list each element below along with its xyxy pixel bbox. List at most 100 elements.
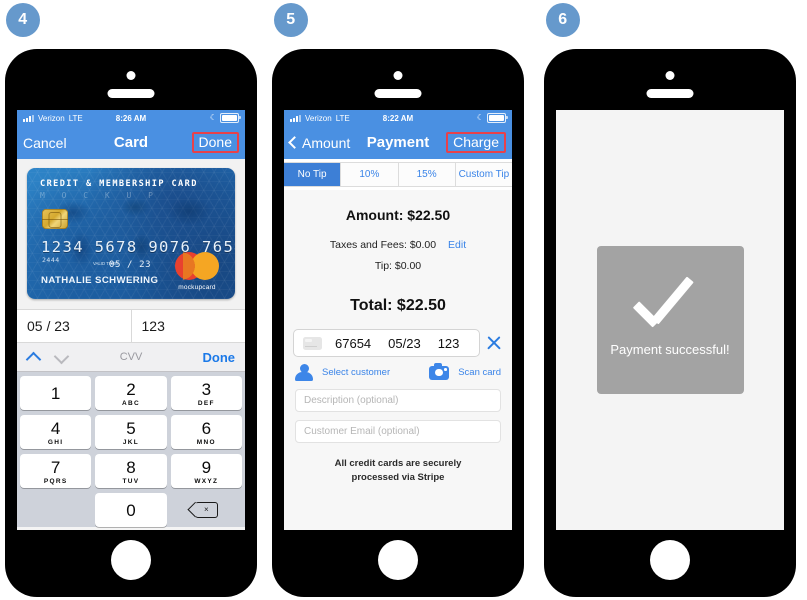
tip-option-15[interactable]: 15% <box>398 163 456 186</box>
expiry-field[interactable]: 05 / 23 <box>17 310 131 342</box>
success-message: Payment successful! <box>610 341 730 357</box>
charge-button[interactable]: Charge <box>446 131 506 154</box>
phone-mockup-5: Verizon LTE 8:22 AM ☾ Amount Payment Cha… <box>272 49 524 597</box>
front-camera-icon <box>393 71 403 80</box>
edit-taxes-button[interactable]: Edit <box>448 239 466 251</box>
keypad-row: 1 2 ABC 3 DEF <box>20 376 242 410</box>
tip-option-custom[interactable]: Custom Tip <box>455 163 512 186</box>
key-7[interactable]: 7 PQRS <box>20 454 92 488</box>
key-6[interactable]: 6 MNO <box>170 415 242 449</box>
phone-mockup-6: Payment successful! <box>544 49 796 597</box>
total-line: Total: $22.50 <box>350 297 446 314</box>
card-title: CREDIT & MEMBERSHIP CARD <box>40 179 198 189</box>
card-brand-label: mockupcard <box>178 284 216 291</box>
key-number: 7 <box>50 457 61 477</box>
key-0[interactable]: 0 <box>95 493 167 527</box>
credit-card-image: CREDIT & MEMBERSHIP CARD M O C K U P 123… <box>27 168 235 299</box>
key-letters: TUV <box>122 477 140 485</box>
select-customer-button[interactable]: Select customer <box>322 367 390 378</box>
keyboard-done-button[interactable]: Done <box>203 350 236 365</box>
taxes-row: Taxes and Fees: $0.00 Edit <box>284 239 512 251</box>
status-bar-time: 8:22 AM <box>382 113 414 123</box>
action-row: Select customer Scan card <box>284 357 512 381</box>
step-badge-label: 5 <box>286 11 296 28</box>
close-x-icon[interactable] <box>486 335 502 351</box>
card-number-value: 67654 <box>335 335 372 351</box>
success-toast: Payment successful! <box>596 246 744 394</box>
key-number: 6 <box>201 418 212 438</box>
front-camera-icon <box>665 71 675 80</box>
customer-email-input[interactable]: Customer Email (optional) <box>295 420 501 443</box>
keyboard-accessory-bar: CVV Done <box>17 343 245 372</box>
key-number: 8 <box>126 457 136 477</box>
nav-bar: Cancel Card Done <box>17 126 245 159</box>
key-2[interactable]: 2 ABC <box>95 376 167 410</box>
battery-icon <box>487 113 508 123</box>
backspace-icon: × <box>194 502 218 518</box>
key-backspace[interactable]: × <box>171 493 242 527</box>
step-badge-label: 6 <box>558 11 568 28</box>
tip-selector: No Tip 10% 15% Custom Tip <box>284 162 512 187</box>
home-button[interactable] <box>378 540 418 580</box>
key-number: 5 <box>126 418 136 438</box>
done-button-label: Done <box>191 131 239 154</box>
mastercard-icon: mockupcard <box>175 252 219 291</box>
keypad-row: 7 PQRS 8 TUV 9 WXYZ <box>20 454 242 488</box>
done-button[interactable]: Done <box>191 131 239 154</box>
card-subtitle: M O C K U P <box>40 191 159 200</box>
key-5[interactable]: 5 JKL <box>95 415 167 449</box>
earpiece-speaker <box>374 89 422 98</box>
card-expiry-value: 05/23 <box>388 335 421 351</box>
checkmark-icon <box>634 284 706 328</box>
stripe-note-line-1: All credit cards are securely <box>334 458 462 469</box>
key-9[interactable]: 9 WXYZ <box>170 454 242 488</box>
key-number: 2 <box>126 379 136 399</box>
key-blank <box>20 493 91 527</box>
key-letters: WXYZ <box>194 477 219 485</box>
key-number: 4 <box>50 418 61 438</box>
home-button[interactable] <box>650 540 690 580</box>
tip-selector-wrap: No Tip 10% 15% Custom Tip <box>284 159 512 190</box>
status-bar: Verizon LTE 8:22 AM ☾ <box>284 110 512 126</box>
key-4[interactable]: 4 GHI <box>20 415 92 449</box>
stripe-note: All credit cards are securely processed … <box>284 457 512 485</box>
key-letters: GHI <box>47 438 64 446</box>
key-number: 1 <box>50 384 61 403</box>
person-icon[interactable] <box>295 364 313 381</box>
stripe-note-line-2: processed via Stripe <box>351 471 445 483</box>
key-letters: MNO <box>196 438 216 446</box>
key-1[interactable]: 1 <box>20 376 92 410</box>
key-letters: ABC <box>122 399 140 407</box>
keypad-row: 4 GHI 5 JKL 6 MNO <box>20 415 242 449</box>
taxes-label: Taxes and Fees: $0.00 <box>329 239 437 251</box>
earpiece-speaker <box>646 89 694 98</box>
step-badge-label: 4 <box>18 11 28 28</box>
card-expiry: 05 / 23 <box>109 260 152 270</box>
card-small-number: 2444 <box>42 256 60 264</box>
payment-body: No Tip 10% 15% Custom Tip Amount: $22.50… <box>284 159 512 530</box>
step-badge-5: 5 <box>274 3 308 37</box>
key-letters: PQRS <box>43 477 68 485</box>
amount-line: Amount: $22.50 <box>345 207 451 223</box>
front-camera-icon <box>126 71 136 80</box>
phone-screen-4: Verizon LTE 8:26 AM ☾ Cancel Card Done C… <box>17 110 245 530</box>
battery-icon <box>220 113 241 123</box>
phone-screen-6: Payment successful! <box>556 110 784 530</box>
key-number: 3 <box>201 379 212 399</box>
description-input[interactable]: Description (optional) <box>295 389 501 412</box>
cvv-field[interactable]: 123 <box>130 310 246 342</box>
card-holder-name: NATHALIE SCHWERING <box>41 275 159 286</box>
key-8[interactable]: 8 TUV <box>95 454 167 488</box>
card-input-row: 05 / 23 123 <box>17 309 245 343</box>
key-number: 9 <box>201 457 212 477</box>
earpiece-speaker <box>107 89 155 98</box>
home-button[interactable] <box>111 540 151 580</box>
status-bar-time: 8:26 AM <box>115 113 147 123</box>
camera-icon[interactable] <box>429 362 450 380</box>
credit-card-icon <box>303 336 322 350</box>
scan-card-button[interactable]: Scan card <box>458 367 501 378</box>
key-3[interactable]: 3 DEF <box>170 376 242 410</box>
card-entry-field[interactable]: 67654 05/23 123 <box>293 329 480 357</box>
tip-option-no-tip[interactable]: No Tip <box>284 163 342 186</box>
tip-option-10[interactable]: 10% <box>341 163 399 186</box>
